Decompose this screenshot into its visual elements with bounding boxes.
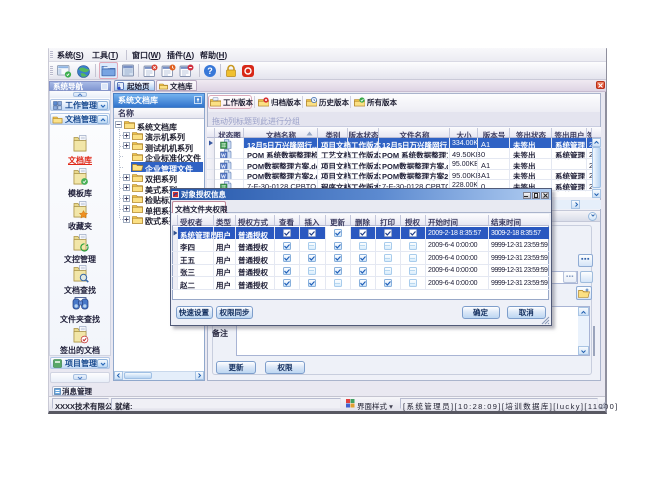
svg-text:?: ? [207,66,213,76]
